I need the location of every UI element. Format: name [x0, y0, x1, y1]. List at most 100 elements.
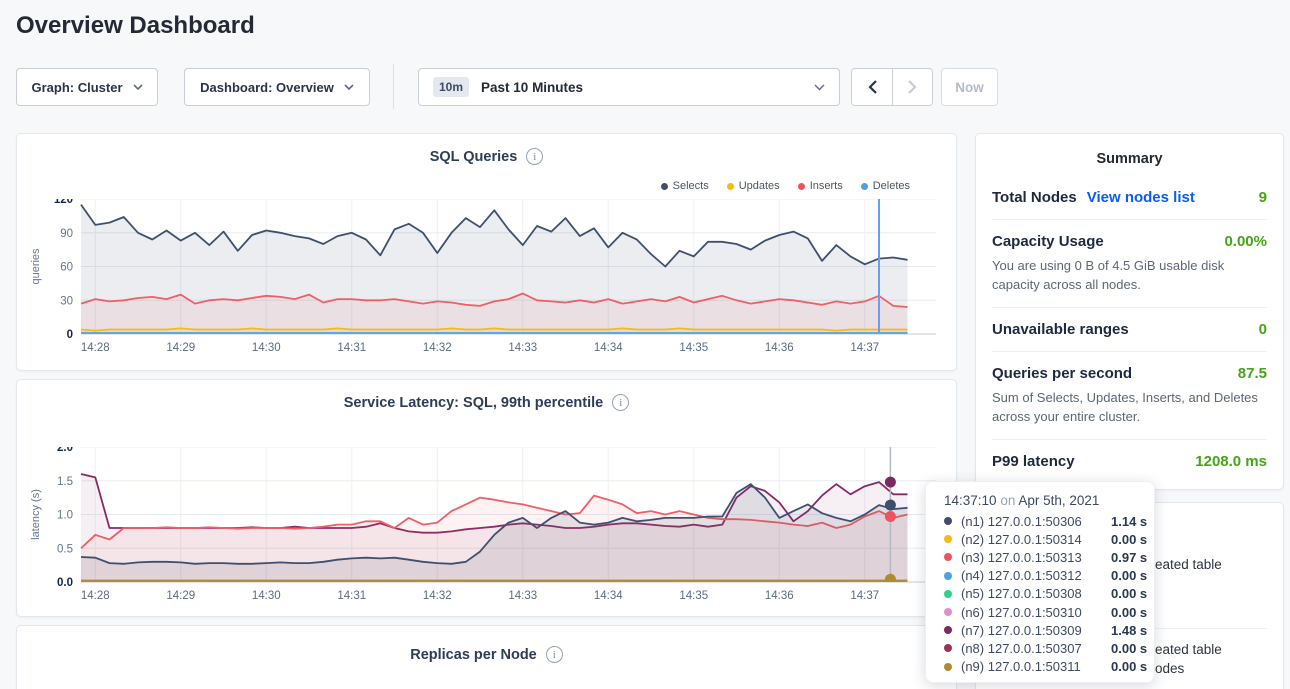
svg-text:14:36: 14:36 [765, 342, 794, 354]
summary-row: Unavailable ranges 0 [992, 307, 1267, 351]
legend-item-selects[interactable]: Selects [661, 180, 709, 192]
svg-text:14:29: 14:29 [166, 590, 195, 602]
chevron-right-icon [908, 80, 917, 94]
node-color-dot-icon [944, 644, 952, 652]
tooltip-node-row: (n6) 127.0.0.1:503100.00 s [944, 603, 1154, 621]
sql-queries-chart-card: SQL Queries i Selects Updates Inserts Delet… [16, 133, 957, 371]
time-next-button[interactable] [892, 69, 932, 105]
summary-title: Summary [976, 134, 1283, 176]
node-latency-value: 0.00 s [1111, 641, 1147, 656]
tooltip-date: Apr 5th, 2021 [1018, 493, 1099, 508]
svg-text:0: 0 [67, 329, 73, 341]
svg-text:latency (s): latency (s) [30, 489, 42, 540]
legend-label: Inserts [810, 180, 843, 192]
page-title: Overview Dashboard [16, 12, 255, 40]
node-color-dot-icon [944, 626, 952, 634]
summary-value: 0 [1259, 321, 1267, 338]
event-text-fragment: odes [1155, 661, 1184, 676]
graph-dropdown[interactable]: Graph: Cluster [16, 68, 158, 106]
time-range-dropdown[interactable]: 10m Past 10 Minutes [418, 68, 840, 106]
chevron-down-icon [814, 84, 825, 91]
tooltip-node-row: (n4) 127.0.0.1:503120.00 s [944, 567, 1154, 585]
summary-row: Capacity Usage 0.00% You are using 0 B of … [992, 219, 1267, 307]
node-address: (n1) 127.0.0.1:50306 [961, 514, 1111, 529]
summary-desc: You are using 0 B of 4.5 GiB usable disk… [992, 256, 1267, 294]
dashboard-dropdown[interactable]: Dashboard: Overview [184, 68, 370, 106]
summary-row: P99 latency 1208.0 ms [992, 439, 1267, 483]
chevron-down-icon [133, 84, 143, 90]
svg-text:120: 120 [54, 199, 73, 206]
summary-row: Queries per second87.5Sum of Selects, Up… [992, 351, 1267, 439]
chart-title: SQL Queries [430, 149, 518, 165]
sql-queries-chart[interactable]: 120906030014:2814:2914:3014:3114:3214:33… [17, 199, 958, 361]
svg-text:30: 30 [60, 295, 73, 307]
legend-label: Selects [673, 180, 709, 192]
svg-text:14:36: 14:36 [765, 590, 794, 602]
tooltip-node-rows: (n1) 127.0.0.1:503061.14 s(n2) 127.0.0.1… [944, 512, 1154, 676]
svg-text:14:28: 14:28 [81, 342, 110, 354]
tooltip-node-row: (n5) 127.0.0.1:503080.00 s [944, 585, 1154, 603]
legend-dot-icon [798, 183, 805, 190]
summary-value: 0.00% [1224, 233, 1267, 250]
legend-item-deletes[interactable]: Deletes [861, 180, 910, 192]
svg-text:14:35: 14:35 [679, 590, 708, 602]
summary-label: Unavailable ranges [992, 321, 1129, 338]
event-text-fragment: eated table [1155, 557, 1222, 572]
legend-item-updates[interactable]: Updates [727, 180, 780, 192]
summary-rows: Total NodesView nodes list9Capacity Usag… [976, 176, 1283, 483]
summary-label: P99 latency [992, 453, 1075, 470]
graph-dropdown-label: Graph: Cluster [31, 80, 122, 95]
summary-desc: Sum of Selects, Updates, Inserts, and De… [992, 388, 1267, 426]
node-address: (n2) 127.0.0.1:50314 [961, 532, 1111, 547]
time-prev-button[interactable] [852, 69, 892, 105]
chevron-left-icon [868, 80, 877, 94]
now-button[interactable]: Now [941, 68, 998, 106]
svg-text:14:30: 14:30 [252, 590, 281, 602]
latency-chart-card: Service Latency: SQL, 99th percentile i … [16, 379, 957, 617]
time-range-badge: 10m [433, 77, 469, 97]
svg-text:14:34: 14:34 [594, 590, 623, 602]
latency-hover-tooltip: 14:37:10 on Apr 5th, 2021 (n1) 127.0.0.1… [925, 481, 1155, 683]
svg-text:0.0: 0.0 [57, 577, 73, 589]
svg-text:14:32: 14:32 [423, 342, 452, 354]
legend-label: Deletes [873, 180, 910, 192]
svg-text:14:34: 14:34 [594, 342, 623, 354]
node-color-dot-icon [944, 663, 952, 671]
node-address: (n8) 127.0.0.1:50307 [961, 641, 1111, 656]
summary-row: Total NodesView nodes list9 [992, 176, 1267, 219]
tooltip-node-row: (n7) 127.0.0.1:503091.48 s [944, 621, 1154, 639]
node-color-dot-icon [944, 608, 952, 616]
tooltip-node-row: (n9) 127.0.0.1:503110.00 s [944, 658, 1154, 676]
node-latency-value: 0.00 s [1111, 532, 1147, 547]
node-latency-value: 0.00 s [1111, 659, 1147, 674]
svg-text:60: 60 [60, 262, 73, 274]
view-nodes-list-link[interactable]: View nodes list [1087, 189, 1195, 206]
svg-text:14:28: 14:28 [81, 590, 110, 602]
node-address: (n3) 127.0.0.1:50313 [961, 550, 1111, 565]
tooltip-node-row: (n3) 127.0.0.1:503130.97 s [944, 548, 1154, 566]
chevron-down-icon [344, 84, 354, 90]
info-icon[interactable]: i [546, 646, 563, 663]
node-latency-value: 0.97 s [1111, 550, 1147, 565]
node-color-dot-icon [944, 590, 952, 598]
tooltip-node-row: (n8) 127.0.0.1:503070.00 s [944, 639, 1154, 657]
node-address: (n6) 127.0.0.1:50310 [961, 605, 1111, 620]
time-range-label: Past 10 Minutes [481, 80, 583, 95]
info-icon[interactable]: i [526, 148, 543, 165]
info-icon[interactable]: i [612, 394, 629, 411]
svg-text:14:37: 14:37 [850, 590, 879, 602]
legend-item-inserts[interactable]: Inserts [798, 180, 843, 192]
tooltip-node-row: (n2) 127.0.0.1:503140.00 s [944, 530, 1154, 548]
chart-title: Replicas per Node [410, 647, 537, 663]
node-address: (n4) 127.0.0.1:50312 [961, 568, 1111, 583]
summary-label: Capacity Usage [992, 233, 1104, 250]
chart-legend: Selects Updates Inserts Deletes [661, 180, 910, 192]
summary-value: 1208.0 ms [1195, 453, 1267, 470]
node-color-dot-icon [944, 535, 952, 543]
latency-chart[interactable]: 2.01.51.00.50.014:2814:2914:3014:3114:32… [17, 447, 958, 609]
svg-text:2.0: 2.0 [57, 447, 73, 454]
svg-text:14:33: 14:33 [508, 590, 537, 602]
legend-dot-icon [861, 183, 868, 190]
svg-text:1.5: 1.5 [57, 476, 73, 488]
svg-text:14:31: 14:31 [337, 590, 366, 602]
